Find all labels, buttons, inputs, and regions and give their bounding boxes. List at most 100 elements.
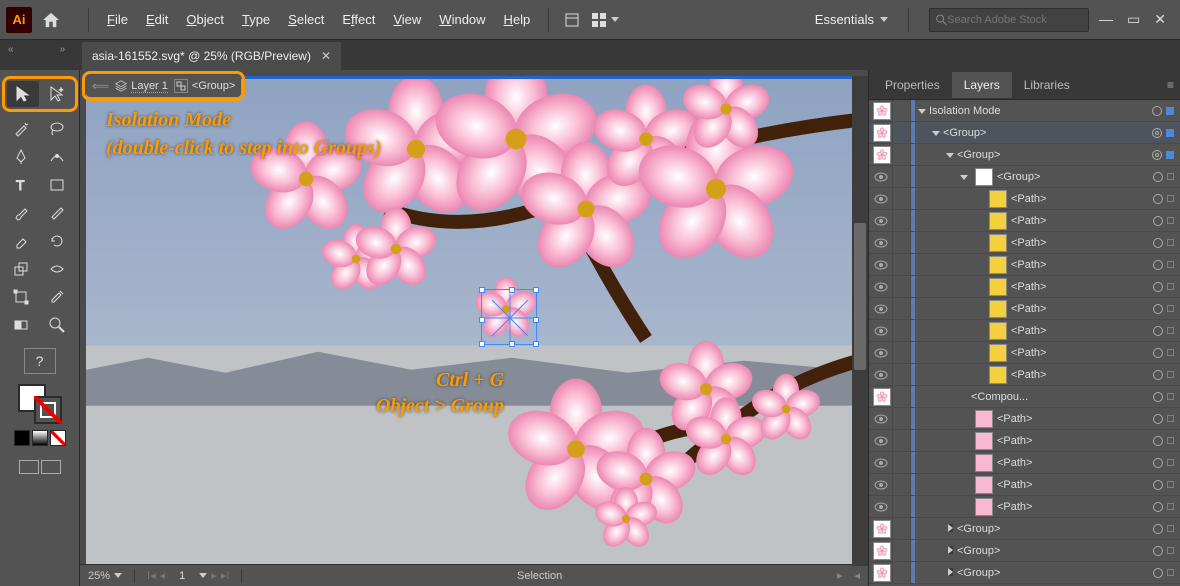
lock-column[interactable]	[893, 188, 911, 209]
selection-indicator[interactable]	[1167, 261, 1174, 268]
layer-row[interactable]: <Group>	[869, 518, 1180, 540]
selection-indicator[interactable]	[1166, 151, 1174, 159]
layer-name[interactable]: <Group>	[997, 171, 1153, 183]
visibility-toggle[interactable]	[869, 210, 893, 231]
restore-button[interactable]: ▭	[1127, 11, 1140, 28]
selection-indicator[interactable]	[1167, 503, 1174, 510]
fill-stroke-swatches[interactable]	[18, 384, 62, 424]
arrange-documents-dropdown[interactable]	[591, 12, 619, 28]
layer-name[interactable]: <Path>	[997, 501, 1153, 513]
menu-file[interactable]: File	[99, 8, 136, 31]
layer-row[interactable]: <Path>	[869, 496, 1180, 518]
visibility-toggle[interactable]	[869, 474, 893, 495]
target-icon[interactable]	[1153, 436, 1163, 446]
lock-column[interactable]	[893, 232, 911, 253]
target-icon[interactable]	[1153, 480, 1163, 490]
lock-column[interactable]	[893, 122, 911, 143]
layer-name[interactable]: Isolation Mode	[929, 105, 1152, 117]
layer-row[interactable]: <Path>	[869, 298, 1180, 320]
selection-indicator[interactable]	[1167, 305, 1174, 312]
home-icon[interactable]	[38, 7, 64, 33]
minimize-button[interactable]: —	[1099, 11, 1113, 28]
layer-row[interactable]: <Path>	[869, 188, 1180, 210]
layer-name[interactable]: <Compou...	[971, 391, 1153, 403]
disclosure-triangle[interactable]	[929, 128, 943, 138]
layer-name[interactable]: <Group>	[957, 149, 1152, 161]
layer-row[interactable]: <Group>	[869, 540, 1180, 562]
lock-column[interactable]	[893, 452, 911, 473]
selection-indicator[interactable]	[1167, 371, 1174, 378]
visibility-toggle[interactable]	[869, 166, 893, 187]
gradient-mode[interactable]	[32, 430, 48, 446]
target-icon[interactable]	[1153, 502, 1163, 512]
target-icon[interactable]	[1153, 238, 1163, 248]
lock-column[interactable]	[893, 100, 911, 121]
selection-indicator[interactable]	[1166, 129, 1174, 137]
visibility-toggle[interactable]	[869, 232, 893, 253]
selection-indicator[interactable]	[1167, 459, 1174, 466]
lock-column[interactable]	[893, 496, 911, 517]
close-button[interactable]: ✕	[1154, 11, 1166, 28]
isolation-back-button[interactable]: ⟸	[92, 79, 109, 93]
layer-name[interactable]: <Path>	[1011, 237, 1153, 249]
selection-indicator[interactable]	[1166, 107, 1174, 115]
menu-type[interactable]: Type	[234, 8, 278, 31]
target-icon[interactable]	[1152, 106, 1162, 116]
chevron-down-icon[interactable]	[199, 573, 207, 578]
selection-indicator[interactable]	[1167, 283, 1174, 290]
target-icon[interactable]	[1152, 128, 1162, 138]
selection-indicator[interactable]	[1167, 481, 1174, 488]
status-nav-next[interactable]: ◂	[854, 569, 860, 582]
artboard-canvas[interactable]: Isolation Mode (double-click to step int…	[86, 76, 860, 564]
selection-indicator[interactable]	[1167, 195, 1174, 202]
target-icon[interactable]	[1153, 568, 1163, 578]
selection-indicator[interactable]	[1167, 525, 1174, 532]
layer-name[interactable]: <Path>	[997, 413, 1153, 425]
zoom-tool[interactable]	[41, 312, 73, 338]
target-icon[interactable]	[1153, 392, 1163, 402]
lock-column[interactable]	[893, 342, 911, 363]
target-icon[interactable]	[1153, 370, 1163, 380]
lock-column[interactable]	[893, 408, 911, 429]
menu-edit[interactable]: Edit	[138, 8, 176, 31]
gradient-tool[interactable]	[5, 312, 37, 338]
lock-column[interactable]	[893, 430, 911, 451]
lock-column[interactable]	[893, 254, 911, 275]
lock-column[interactable]	[893, 518, 911, 539]
layer-row[interactable]: <Path>	[869, 474, 1180, 496]
menu-effect[interactable]: Effect	[334, 8, 383, 31]
selection-indicator[interactable]	[1167, 349, 1174, 356]
target-icon[interactable]	[1152, 150, 1162, 160]
layer-row[interactable]: <Path>	[869, 276, 1180, 298]
disclosure-triangle[interactable]	[957, 172, 971, 182]
lock-column[interactable]	[893, 562, 911, 583]
artboard-next[interactable]: ▸	[211, 569, 217, 582]
selection-indicator[interactable]	[1167, 239, 1174, 246]
screen-mode-full[interactable]	[41, 460, 61, 474]
visibility-toggle[interactable]	[869, 496, 893, 517]
selection-tool[interactable]	[7, 81, 39, 107]
curvature-tool[interactable]	[41, 144, 73, 170]
panel-tab-layers[interactable]: Layers	[952, 72, 1012, 98]
lock-column[interactable]	[893, 144, 911, 165]
eraser-tool[interactable]	[5, 228, 37, 254]
disclosure-triangle[interactable]	[943, 524, 957, 534]
isolation-crumb-group[interactable]: <Group>	[174, 79, 235, 93]
visibility-toggle[interactable]	[869, 430, 893, 451]
selection-bounding-box[interactable]	[481, 289, 537, 345]
magic-wand-tool[interactable]	[5, 116, 37, 142]
layer-row[interactable]: <Compou...	[869, 386, 1180, 408]
layer-name[interactable]: <Path>	[997, 435, 1153, 447]
lock-column[interactable]	[893, 320, 911, 341]
layer-name[interactable]: <Path>	[1011, 303, 1153, 315]
layer-name[interactable]: <Path>	[1011, 347, 1153, 359]
lock-column[interactable]	[893, 276, 911, 297]
screen-mode-normal[interactable]	[19, 460, 39, 474]
target-icon[interactable]	[1153, 216, 1163, 226]
visibility-toggle[interactable]	[869, 408, 893, 429]
selection-indicator[interactable]	[1167, 173, 1174, 180]
document-tab[interactable]: asia-161552.svg* @ 25% (RGB/Preview) ✕	[82, 42, 341, 70]
layer-row[interactable]: <Path>	[869, 210, 1180, 232]
status-nav-prev[interactable]: ▸	[837, 569, 843, 582]
artboard-number[interactable]: 1	[169, 570, 195, 582]
